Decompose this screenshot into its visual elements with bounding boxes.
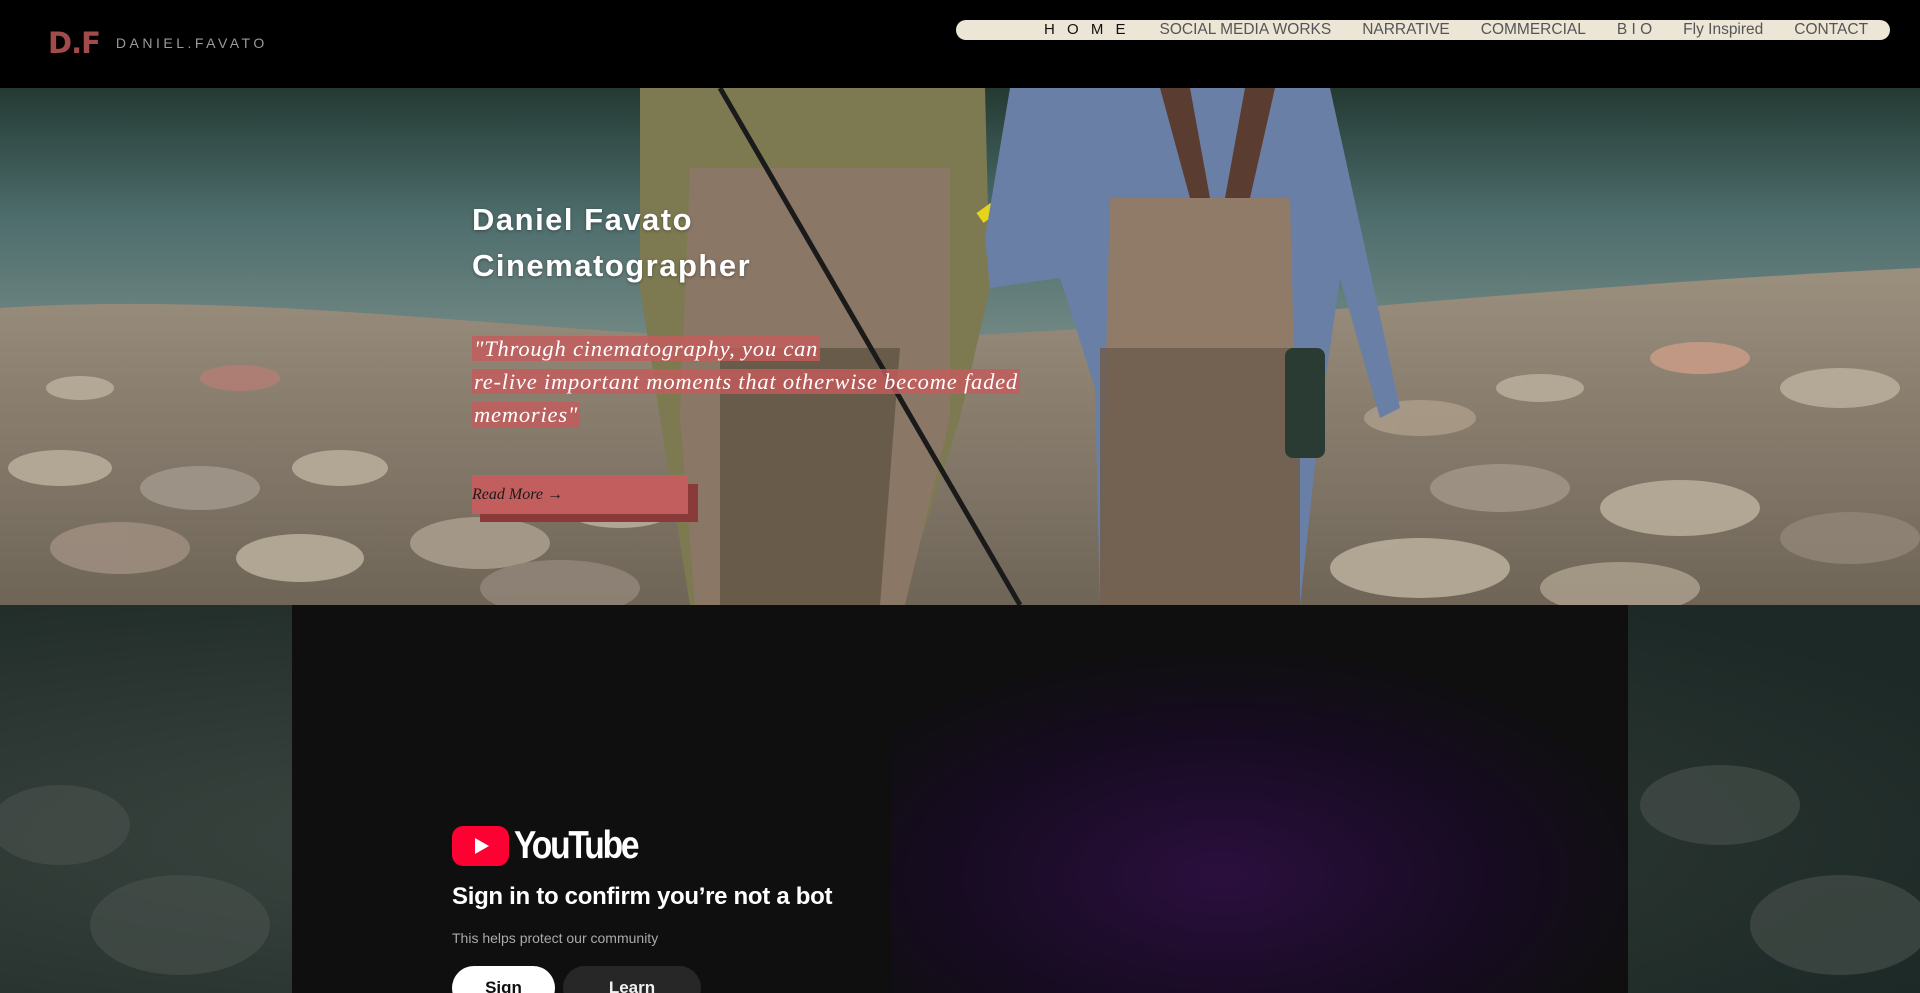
nav-item-contact[interactable]: CONTACT (1794, 20, 1868, 40)
nav-item-commercial[interactable]: COMMERCIAL (1481, 20, 1586, 40)
nav-item-social-media-works[interactable]: SOCIAL MEDIA WORKS (1160, 20, 1332, 40)
site-logo[interactable]: D.F DANIEL.FAVATO (48, 26, 268, 60)
hero-quote-line-3: memories" (472, 402, 581, 427)
hero-quote: "Through cinematography, you can re-live… (472, 332, 1072, 431)
youtube-embed[interactable]: YouTube Sign in to confirm you’re not a … (292, 605, 1628, 993)
bot-check-heading: Sign in to confirm you’re not a bot (452, 883, 833, 910)
logo-mark: D.F (48, 26, 101, 60)
youtube-logo: YouTube (452, 824, 658, 868)
site-header: D.F DANIEL.FAVATO H O M E SOCIAL MEDIA W… (0, 0, 1920, 88)
read-more-button[interactable]: Read More → (472, 475, 688, 514)
nav-item-bio[interactable]: B I O (1617, 20, 1652, 40)
hero-quote-line-1: "Through cinematography, you can (472, 336, 821, 361)
main-nav: H O M E SOCIAL MEDIA WORKS NARRATIVE COM… (956, 20, 1890, 40)
hero-subtitle: Cinematographer (472, 248, 752, 283)
nav-item-fly-inspired[interactable]: Fly Inspired (1683, 20, 1763, 40)
youtube-play-icon (452, 826, 509, 866)
logo-text: DANIEL.FAVATO (115, 35, 268, 51)
learn-more-button[interactable]: Learn more (563, 966, 701, 993)
nav-item-home[interactable]: H O M E (1044, 20, 1130, 40)
hero-quote-line-2: re-live important moments that otherwise… (472, 369, 1020, 394)
youtube-wordmark: YouTube (514, 824, 640, 867)
bot-check-subtext: This helps protect our community (452, 930, 659, 946)
embed-background-glow (892, 605, 1628, 993)
nav-item-narrative[interactable]: NARRATIVE (1362, 20, 1450, 40)
hero-title: Daniel Favato (472, 202, 694, 237)
hero-section: Daniel Favato Cinematographer "Through c… (0, 88, 1920, 605)
video-section: YouTube Sign in to confirm you’re not a … (0, 605, 1920, 993)
sign-in-button[interactable]: Sign in (452, 966, 555, 993)
